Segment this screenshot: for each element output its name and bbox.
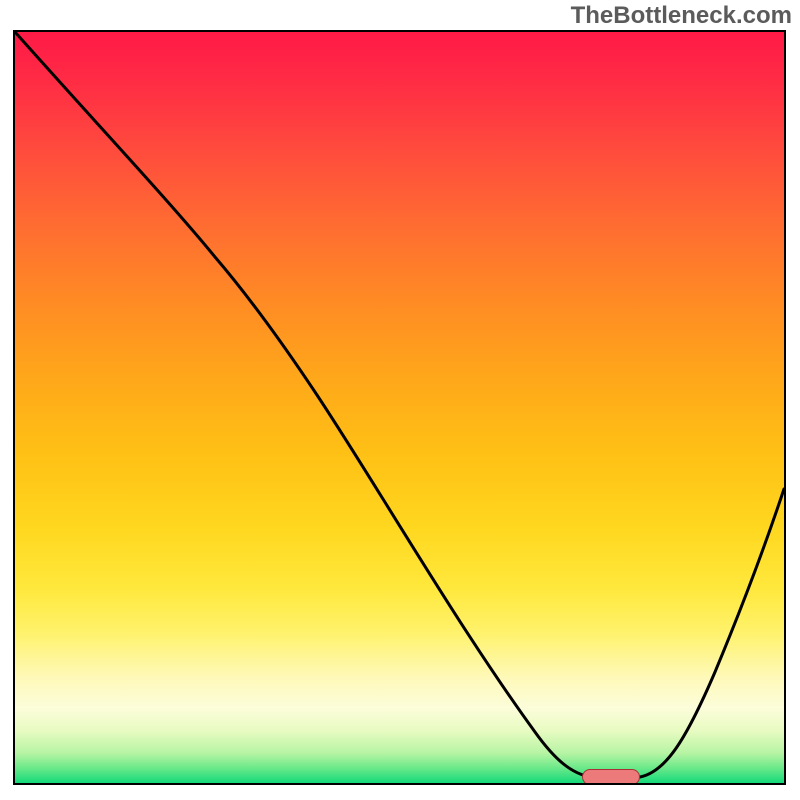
optimal-range-marker xyxy=(582,769,640,785)
watermark-label: TheBottleneck.com xyxy=(571,2,792,30)
curve-layer xyxy=(15,32,784,783)
plot-area xyxy=(13,30,786,785)
bottleneck-curve xyxy=(15,32,784,777)
bottleneck-chart: TheBottleneck.com xyxy=(0,0,800,800)
